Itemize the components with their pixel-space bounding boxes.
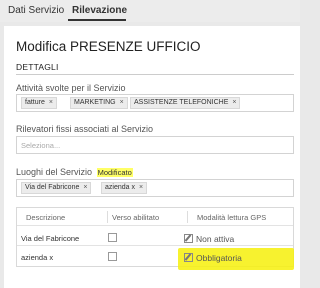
header-verso-abilitato: Verso abilitato (112, 213, 160, 222)
gps-mode-label: Non attiva (196, 234, 235, 244)
gps-mode-button[interactable]: Obbligatoria (184, 253, 242, 263)
chip-remove-icon[interactable]: × (232, 99, 236, 106)
header-modalita-gps: Modalità lettura GPS (197, 213, 267, 222)
chip-remove-icon[interactable]: × (83, 184, 87, 191)
chip-remove-icon[interactable]: × (139, 184, 143, 191)
main-panel: Modifica PRESENZE UFFICIO DETTAGLI Attiv… (4, 26, 300, 288)
row-descrizione: Via del Fabricone (21, 234, 80, 243)
tab-dati-servizio[interactable]: Dati Servizio (8, 5, 64, 16)
chip-azienda-x: azienda x × (101, 182, 148, 194)
section-divider (16, 74, 294, 75)
chip-label: fatture (25, 99, 45, 106)
chip-label: MARKETING (74, 99, 116, 106)
verso-abilitato-checkbox[interactable] (108, 233, 117, 242)
page-title: Modifica PRESENZE UFFICIO (16, 39, 201, 54)
gps-mode-label: Obbligatoria (196, 253, 242, 263)
edit-icon (184, 253, 193, 262)
rilevatori-select[interactable]: Seleziona... (16, 136, 294, 154)
attivita-field[interactable]: fatture × MARKETING × ASSISTENZE TELEFONIC… (16, 94, 294, 112)
chip-marketing: MARKETING × (70, 97, 128, 109)
luoghi-label-text: Luoghi del Servizio (16, 167, 93, 177)
chip-remove-icon[interactable]: × (49, 99, 53, 106)
header-divider (17, 225, 293, 226)
active-tab-indicator (68, 19, 126, 21)
tab-bar: Dati Servizio Rilevazione (0, 0, 300, 22)
luoghi-field[interactable]: Via del Fabricone × azienda x × (16, 179, 294, 197)
verso-abilitato-checkbox[interactable] (108, 252, 117, 261)
header-separator (107, 211, 108, 223)
chip-label: azienda x (105, 184, 135, 191)
section-title: DETTAGLI (16, 62, 59, 72)
header-descrizione: Descrizione (26, 213, 66, 222)
modified-badge: Modificato (96, 168, 133, 177)
row-divider (17, 245, 293, 246)
header-separator (187, 211, 188, 223)
luoghi-label: Luoghi del Servizio Modificato (16, 167, 133, 177)
chip-label: Via del Fabricone (25, 184, 80, 191)
chip-via-del-fabricone: Via del Fabricone × (21, 182, 92, 194)
rilevatori-label: Rilevatori fissi associati al Servizio (16, 124, 154, 134)
row-descrizione: azienda x (21, 253, 54, 262)
chip-label: ASSISTENZE TELEFONICHE (134, 99, 229, 106)
rilevatori-placeholder: Seleziona... (21, 141, 61, 150)
gps-mode-button[interactable]: Non attiva (184, 234, 234, 244)
chip-assistenze-telefoniche: ASSISTENZE TELEFONICHE × (130, 97, 241, 109)
attivita-label: Attività svolte per il Servizio (16, 83, 126, 93)
chip-remove-icon[interactable]: × (120, 99, 124, 106)
chip-fatture: fatture × (21, 97, 57, 109)
tab-rilevazione[interactable]: Rilevazione (72, 5, 127, 16)
edit-icon (184, 234, 193, 243)
